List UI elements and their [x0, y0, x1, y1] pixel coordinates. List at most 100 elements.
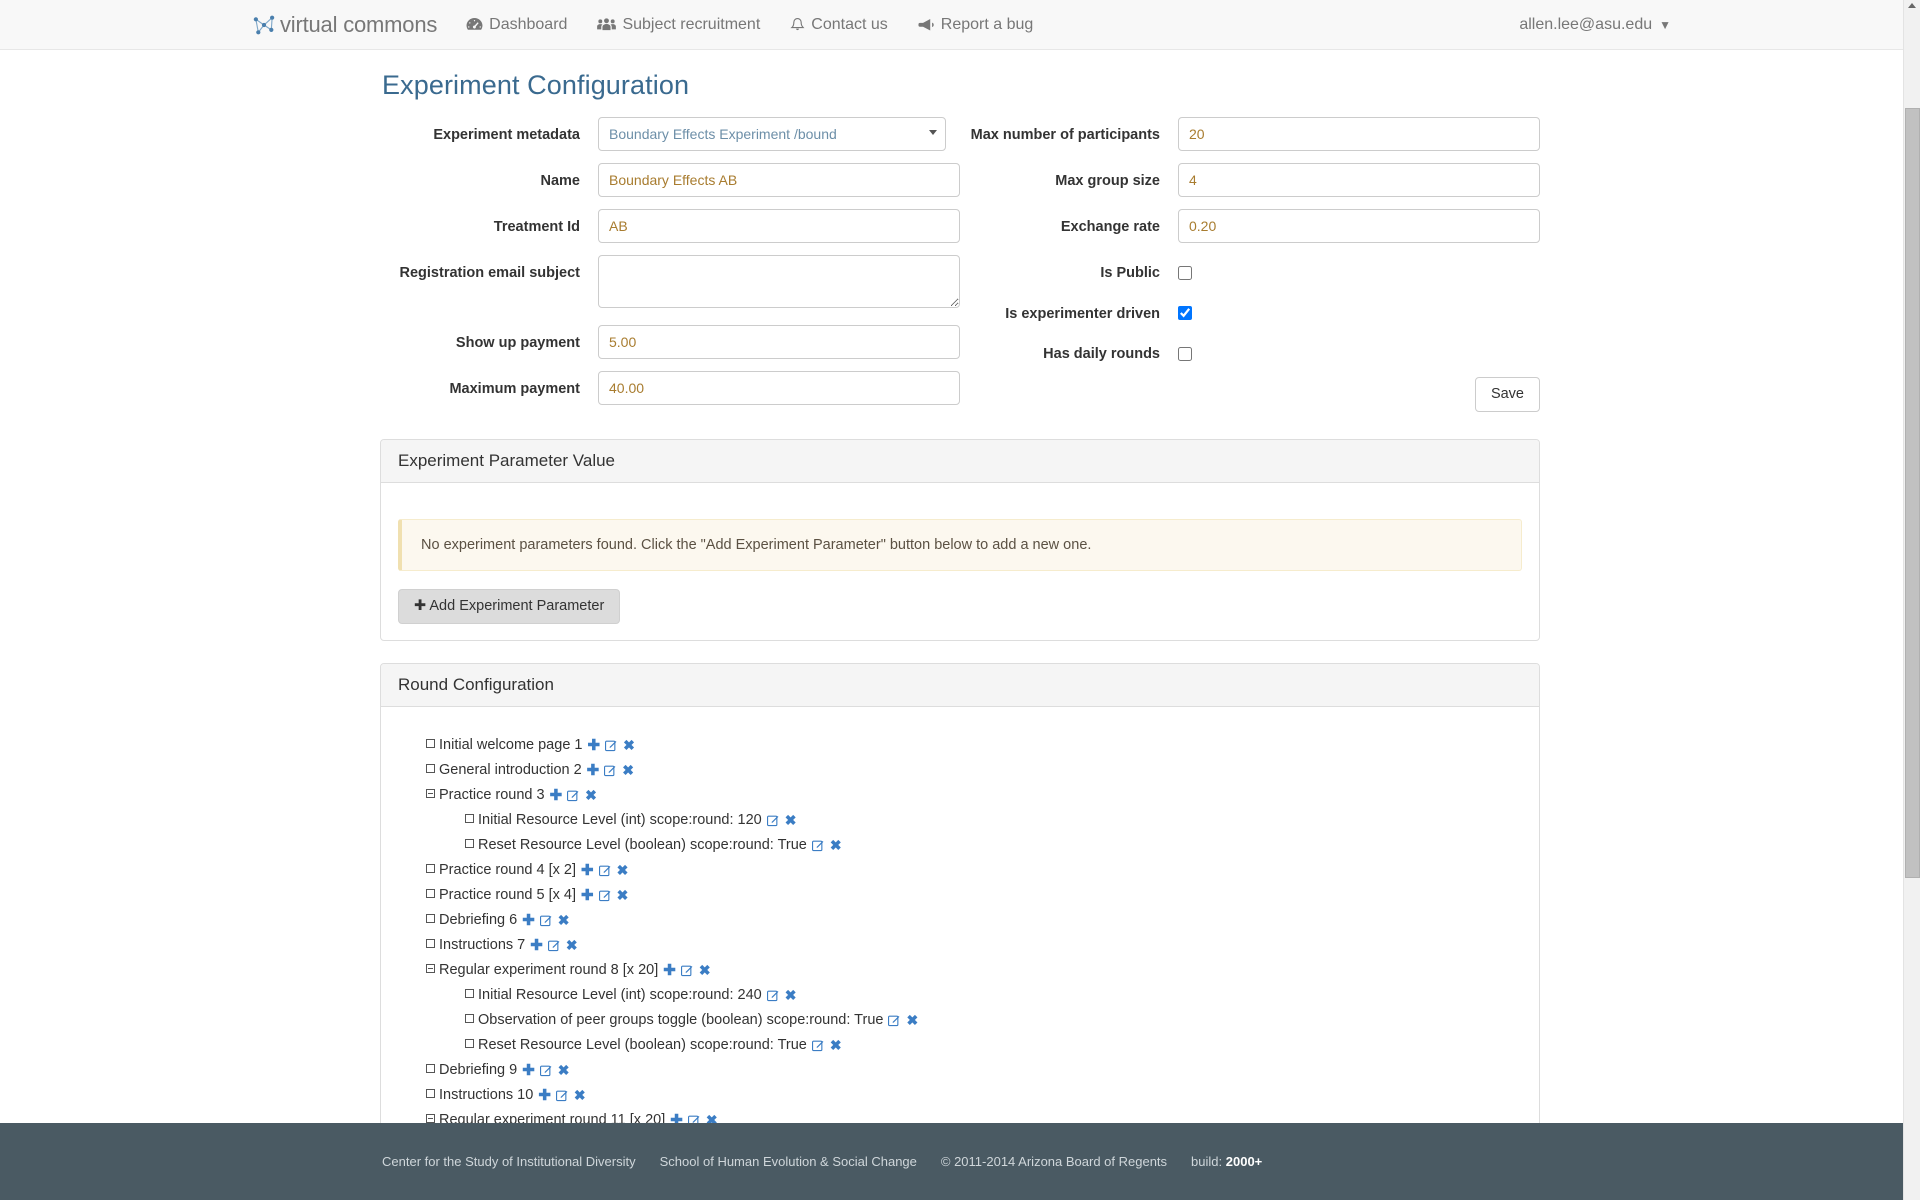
user-menu[interactable]: allen.lee@asu.edu ▼ [1519, 16, 1675, 34]
collapse-toggle-icon[interactable] [426, 1113, 435, 1123]
edit-pencil-icon[interactable] [598, 886, 612, 906]
scroll-up-arrow-icon[interactable] [1908, 3, 1916, 8]
is-public-checkbox[interactable] [1178, 265, 1192, 280]
label-has-daily-rounds: Has daily rounds [1043, 346, 1160, 363]
expand-toggle-icon[interactable] [465, 988, 474, 998]
edit-pencil-icon[interactable] [680, 961, 694, 981]
expand-toggle-icon[interactable] [426, 738, 435, 748]
form-column-right: Max number of participants Max group siz… [960, 117, 1540, 417]
remove-x-icon[interactable]: ✖ [623, 735, 635, 755]
expand-toggle-icon[interactable] [426, 1063, 435, 1073]
round-configuration-node[interactable]: Practice round 5 [x 4] ✚ ✖ [426, 883, 1522, 908]
add-child-plus-icon[interactable]: ✚ [530, 936, 543, 956]
edit-pencil-icon[interactable] [766, 811, 780, 831]
expand-toggle-icon[interactable] [465, 813, 474, 823]
has-daily-rounds-checkbox[interactable] [1178, 346, 1192, 361]
round-parameter-node[interactable]: Initial Resource Level (int) scope:round… [426, 808, 1522, 833]
add-experiment-parameter-button[interactable]: ✚ Add Experiment Parameter [398, 589, 621, 624]
add-child-plus-icon[interactable]: ✚ [581, 886, 594, 906]
scrollbar-thumb[interactable] [1905, 108, 1920, 878]
nav-item-report-a-bug[interactable]: Report a bug [903, 0, 1049, 50]
remove-x-icon[interactable]: ✖ [585, 785, 597, 805]
round-configuration-node[interactable]: Practice round 4 [x 2] ✚ ✖ [426, 858, 1522, 883]
edit-pencil-icon[interactable] [888, 1011, 901, 1031]
edit-pencil-icon[interactable] [811, 836, 825, 856]
page-scrollbar[interactable] [1903, 0, 1920, 1200]
remove-x-icon[interactable]: ✖ [906, 1010, 918, 1030]
save-button[interactable]: Save [1474, 376, 1540, 412]
round-configuration-node[interactable]: Debriefing 9 ✚ ✖ [426, 1058, 1522, 1083]
add-child-plus-icon[interactable]: ✚ [587, 761, 600, 781]
expand-toggle-icon[interactable] [426, 763, 435, 773]
collapse-toggle-icon[interactable] [426, 963, 435, 973]
remove-x-icon[interactable]: ✖ [558, 910, 570, 930]
expand-toggle-icon[interactable] [465, 1013, 474, 1023]
bell-icon [790, 17, 805, 33]
edit-pencil-icon[interactable] [598, 861, 612, 881]
expand-toggle-icon[interactable] [465, 1038, 474, 1048]
collapse-toggle-icon[interactable] [426, 788, 435, 798]
remove-x-icon[interactable]: ✖ [830, 835, 842, 855]
round-configuration-node[interactable]: Debriefing 6 ✚ ✖ [426, 908, 1522, 933]
brand-logo-link[interactable]: virtual commons [251, 12, 451, 38]
nav-item-dashboard[interactable]: Dashboard [451, 0, 582, 50]
expand-toggle-icon[interactable] [426, 913, 435, 923]
remove-x-icon[interactable]: ✖ [699, 960, 711, 980]
round-configuration-node[interactable]: Regular experiment round 8 [x 20] ✚ ✖ [426, 958, 1522, 983]
remove-x-icon[interactable]: ✖ [617, 885, 629, 905]
maximum-payment-input[interactable] [598, 371, 960, 405]
edit-pencil-icon[interactable] [539, 1061, 553, 1081]
round-configuration-node[interactable]: Practice round 3 ✚ ✖ [426, 783, 1522, 808]
add-child-plus-icon[interactable]: ✚ [522, 911, 535, 931]
remove-x-icon[interactable]: ✖ [785, 810, 797, 830]
edit-pencil-icon[interactable] [604, 761, 617, 781]
remove-x-icon[interactable]: ✖ [566, 935, 578, 955]
round-parameter-node[interactable]: Observation of peer groups toggle (boole… [426, 1008, 1522, 1033]
expand-toggle-icon[interactable] [426, 938, 435, 948]
remove-x-icon[interactable]: ✖ [622, 760, 634, 780]
is-experimenter-driven-checkbox[interactable] [1178, 306, 1192, 321]
registration-email-subject-textarea[interactable] [598, 255, 960, 308]
add-child-plus-icon[interactable]: ✚ [522, 1061, 535, 1081]
edit-pencil-icon[interactable] [766, 986, 780, 1006]
exchange-rate-input[interactable] [1178, 209, 1540, 243]
expand-toggle-icon[interactable] [426, 1088, 435, 1098]
name-input[interactable] [598, 163, 960, 197]
max-participants-input[interactable] [1178, 117, 1540, 151]
round-parameter-node[interactable]: Reset Resource Level (boolean) scope:rou… [426, 1033, 1522, 1058]
expand-toggle-icon[interactable] [426, 863, 435, 873]
edit-pencil-icon[interactable] [605, 736, 618, 756]
add-child-plus-icon[interactable]: ✚ [538, 1086, 551, 1106]
treatment-id-input[interactable] [598, 209, 960, 243]
nav-item-subject-recruitment[interactable]: Subject recruitment [582, 0, 775, 50]
max-group-size-input[interactable] [1178, 163, 1540, 197]
show-up-payment-input[interactable] [598, 325, 960, 359]
round-parameter-node[interactable]: Reset Resource Level (boolean) scope:rou… [426, 833, 1522, 858]
remove-x-icon[interactable]: ✖ [617, 860, 629, 880]
round-parameter-node[interactable]: Initial Resource Level (int) scope:round… [426, 983, 1522, 1008]
remove-x-icon[interactable]: ✖ [574, 1085, 586, 1105]
round-configuration-node[interactable]: Initial welcome page 1 ✚ ✖ [426, 733, 1522, 758]
nav-item-contact-us[interactable]: Contact us [775, 0, 902, 50]
add-child-plus-icon[interactable]: ✚ [663, 961, 676, 981]
add-child-plus-icon[interactable]: ✚ [587, 736, 600, 756]
remove-x-icon[interactable]: ✖ [785, 985, 797, 1005]
label-name: Name [540, 173, 581, 189]
expand-toggle-icon[interactable] [465, 838, 474, 848]
remove-x-icon[interactable]: ✖ [558, 1060, 570, 1080]
add-child-plus-icon[interactable]: ✚ [550, 786, 563, 806]
field-treatment-id: Treatment Id [380, 209, 960, 243]
experiment-metadata-select[interactable]: Boundary Effects Experiment /bound [598, 117, 946, 151]
edit-pencil-icon[interactable] [547, 936, 561, 956]
round-configuration-node[interactable]: General introduction 2 ✚ ✖ [426, 758, 1522, 783]
edit-pencil-icon[interactable] [811, 1036, 825, 1056]
label-treatment-id: Treatment Id [493, 219, 580, 235]
edit-pencil-icon[interactable] [567, 786, 580, 806]
round-configuration-node[interactable]: Instructions 7 ✚ ✖ [426, 933, 1522, 958]
expand-toggle-icon[interactable] [426, 888, 435, 898]
edit-pencil-icon[interactable] [555, 1086, 569, 1106]
round-configuration-node[interactable]: Instructions 10 ✚ ✖ [426, 1083, 1522, 1108]
add-child-plus-icon[interactable]: ✚ [581, 861, 594, 881]
remove-x-icon[interactable]: ✖ [830, 1035, 842, 1055]
edit-pencil-icon[interactable] [539, 911, 553, 931]
